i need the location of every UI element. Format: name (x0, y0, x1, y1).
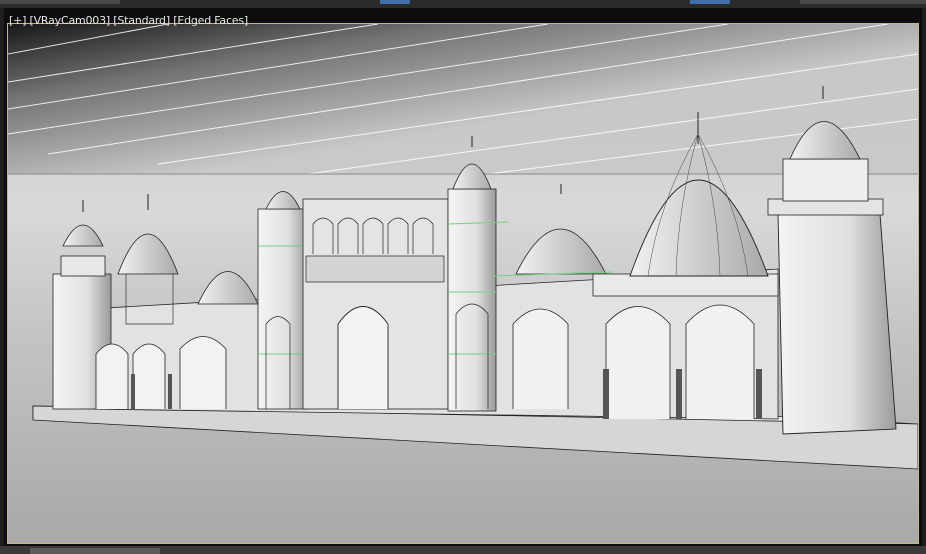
top-toolbar-strip (0, 0, 926, 8)
right-hall-roof (592, 273, 779, 297)
right-arcade (512, 304, 755, 419)
viewport-shading-menu[interactable]: [Standard] (113, 14, 170, 27)
scene-render (8, 24, 918, 543)
central-facade (302, 198, 449, 410)
sky-plane (8, 24, 918, 174)
bottom-status-strip (0, 546, 926, 554)
center-left-tower (257, 191, 309, 410)
active-toolbar-button[interactable] (380, 0, 410, 4)
camera-viewport[interactable]: [+] [VRayCam003] [Standard] [Edged Faces… (4, 8, 922, 546)
toolbar-button[interactable] (690, 0, 730, 4)
timeline-tab[interactable] (30, 548, 160, 554)
viewport-display-mode-menu[interactable]: [Edged Faces] (173, 14, 248, 27)
viewport-camera-menu[interactable]: [VRayCam003] (30, 14, 111, 27)
toolbar-segment (0, 0, 120, 4)
toolbar-segment (800, 0, 926, 4)
safe-frame (7, 23, 919, 544)
viewport-label-menu[interactable]: [+] [VRayCam003] [Standard] [Edged Faces… (9, 14, 248, 27)
viewport-plus-menu[interactable]: [+] (9, 14, 26, 27)
